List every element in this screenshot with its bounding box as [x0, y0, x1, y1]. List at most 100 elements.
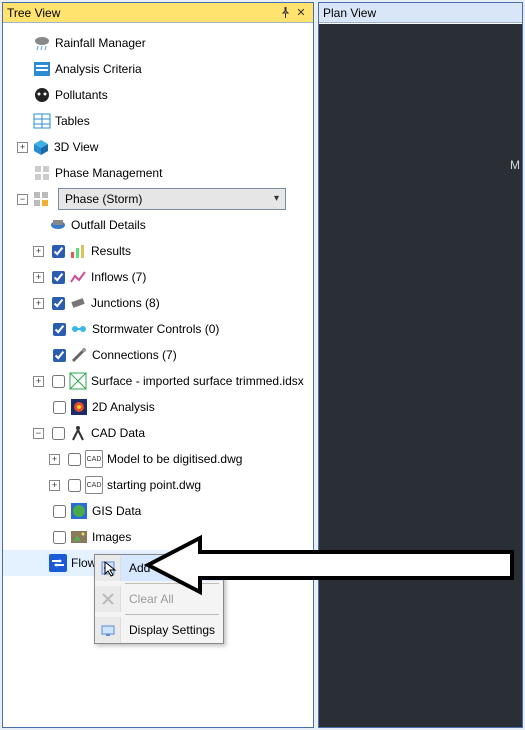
stormwater-icon [70, 320, 88, 338]
context-display-label: Display Settings [121, 623, 215, 637]
tree-row-results[interactable]: + Results [3, 238, 313, 264]
tree-row-cad[interactable]: − CAD Data [3, 420, 313, 446]
phase-dropdown[interactable]: Phase (Storm) ▾ [58, 188, 286, 210]
tree-row-phase-dropdown: − Phase (Storm) ▾ [3, 186, 313, 212]
plan-marker: M [510, 158, 520, 172]
tables-label: Tables [55, 114, 90, 128]
pin-icon[interactable] [277, 5, 293, 21]
expand-icon[interactable]: + [33, 246, 44, 257]
dwg-icon: CAD [85, 450, 103, 468]
tree-row-gis[interactable]: GIS Data [3, 498, 313, 524]
tree-row-phase-mgmt[interactable]: Phase Management [3, 160, 313, 186]
tree-row-3dview[interactable]: + 3D View [3, 134, 313, 160]
inflows-checkbox[interactable] [52, 271, 65, 284]
gis-label: GIS Data [92, 504, 141, 518]
2danalysis-label: 2D Analysis [92, 400, 155, 414]
add-icon [95, 555, 121, 581]
cad-start-checkbox[interactable] [68, 479, 81, 492]
surface-label: Surface - imported surface trimmed.idsx [91, 374, 304, 388]
context-menu-clear: Clear All [95, 586, 223, 612]
cad-checkbox[interactable] [52, 427, 65, 440]
expand-icon[interactable]: + [17, 142, 28, 153]
outfall-icon [49, 216, 67, 234]
expand-icon[interactable]: + [49, 454, 60, 465]
dwg-icon: CAD [85, 476, 103, 494]
flow-icon [49, 554, 67, 572]
tree-row-tables[interactable]: Tables [3, 108, 313, 134]
gis-checkbox[interactable] [53, 505, 66, 518]
phase-mgmt-label: Phase Management [55, 166, 162, 180]
tree-view-title: Tree View [7, 6, 277, 20]
tree-row-pollutants[interactable]: Pollutants [3, 82, 313, 108]
context-separator [125, 614, 219, 615]
cad-start-label: starting point.dwg [107, 478, 201, 492]
context-menu-display-settings[interactable]: Display Settings [95, 617, 223, 643]
expand-icon[interactable]: + [49, 480, 60, 491]
tree-row-cad-model[interactable]: + CAD Model to be digitised.dwg [3, 446, 313, 472]
analysis-criteria-label: Analysis Criteria [55, 62, 142, 76]
display-settings-icon [95, 617, 121, 643]
collapse-icon[interactable]: − [17, 194, 28, 205]
expand-icon[interactable]: + [33, 376, 44, 387]
context-menu-add[interactable]: Add [95, 555, 223, 581]
connections-label: Connections (7) [92, 348, 177, 362]
tree-row-connections[interactable]: Connections (7) [3, 342, 313, 368]
expand-icon[interactable]: + [33, 298, 44, 309]
tree-row-images[interactable]: Images [3, 524, 313, 550]
connections-checkbox[interactable] [53, 349, 66, 362]
context-clear-label: Clear All [121, 592, 174, 606]
stormwater-checkbox[interactable] [53, 323, 66, 336]
plan-view-titlebar: Plan View [319, 3, 522, 23]
connections-icon [70, 346, 88, 364]
chevron-down-icon: ▾ [274, 193, 279, 204]
tree-row-junctions[interactable]: + Junctions (8) [3, 290, 313, 316]
tree-row-analysis-criteria[interactable]: Analysis Criteria [3, 56, 313, 82]
junctions-checkbox[interactable] [52, 297, 65, 310]
tree-row-cad-start[interactable]: + CAD starting point.dwg [3, 472, 313, 498]
results-icon [69, 242, 87, 260]
tree-row-inflows[interactable]: + Inflows (7) [3, 264, 313, 290]
tree-row-rainfall[interactable]: Rainfall Manager [3, 30, 313, 56]
inflows-icon [69, 268, 87, 286]
collapse-icon[interactable]: − [33, 428, 44, 439]
expand-icon[interactable]: + [33, 272, 44, 283]
tables-icon [33, 112, 51, 130]
images-label: Images [92, 530, 131, 544]
pollutants-icon [33, 86, 51, 104]
junctions-icon [69, 294, 87, 312]
context-separator [125, 583, 219, 584]
close-icon[interactable]: ✕ [293, 5, 309, 21]
results-label: Results [91, 244, 131, 258]
plan-view-canvas[interactable]: M [319, 24, 522, 727]
3dview-icon [32, 138, 50, 156]
pollutants-label: Pollutants [55, 88, 108, 102]
junctions-label: Junctions (8) [91, 296, 160, 310]
tree-row-outfall[interactable]: Outfall Details [3, 212, 313, 238]
context-menu: Add Clear All Display Settings [94, 554, 224, 644]
stormwater-label: Stormwater Controls (0) [92, 322, 219, 336]
cad-label: CAD Data [91, 426, 145, 440]
plan-view-panel: Plan View M [318, 2, 523, 728]
tree-row-2danalysis[interactable]: 2D Analysis [3, 394, 313, 420]
tree-row-stormwater[interactable]: Stormwater Controls (0) [3, 316, 313, 342]
images-checkbox[interactable] [53, 531, 66, 544]
outfall-label: Outfall Details [71, 218, 146, 232]
tree-row-surface[interactable]: + Surface - imported surface trimmed.ids… [3, 368, 313, 394]
surface-icon [69, 372, 87, 390]
flow-label: Flow [71, 556, 96, 570]
surface-checkbox[interactable] [52, 375, 65, 388]
2danalysis-checkbox[interactable] [53, 401, 66, 414]
phase-icon [32, 190, 50, 208]
results-checkbox[interactable] [52, 245, 65, 258]
images-icon [70, 528, 88, 546]
cad-icon [69, 424, 87, 442]
gis-icon [70, 502, 88, 520]
phase-dropdown-value: Phase (Storm) [65, 192, 142, 206]
cad-model-checkbox[interactable] [68, 453, 81, 466]
cad-model-label: Model to be digitised.dwg [107, 452, 242, 466]
rainfall-icon [33, 34, 51, 52]
clear-icon [95, 586, 121, 612]
tree-view-titlebar: Tree View ✕ [3, 3, 313, 23]
rainfall-label: Rainfall Manager [55, 36, 146, 50]
phase-mgmt-icon [33, 164, 51, 182]
